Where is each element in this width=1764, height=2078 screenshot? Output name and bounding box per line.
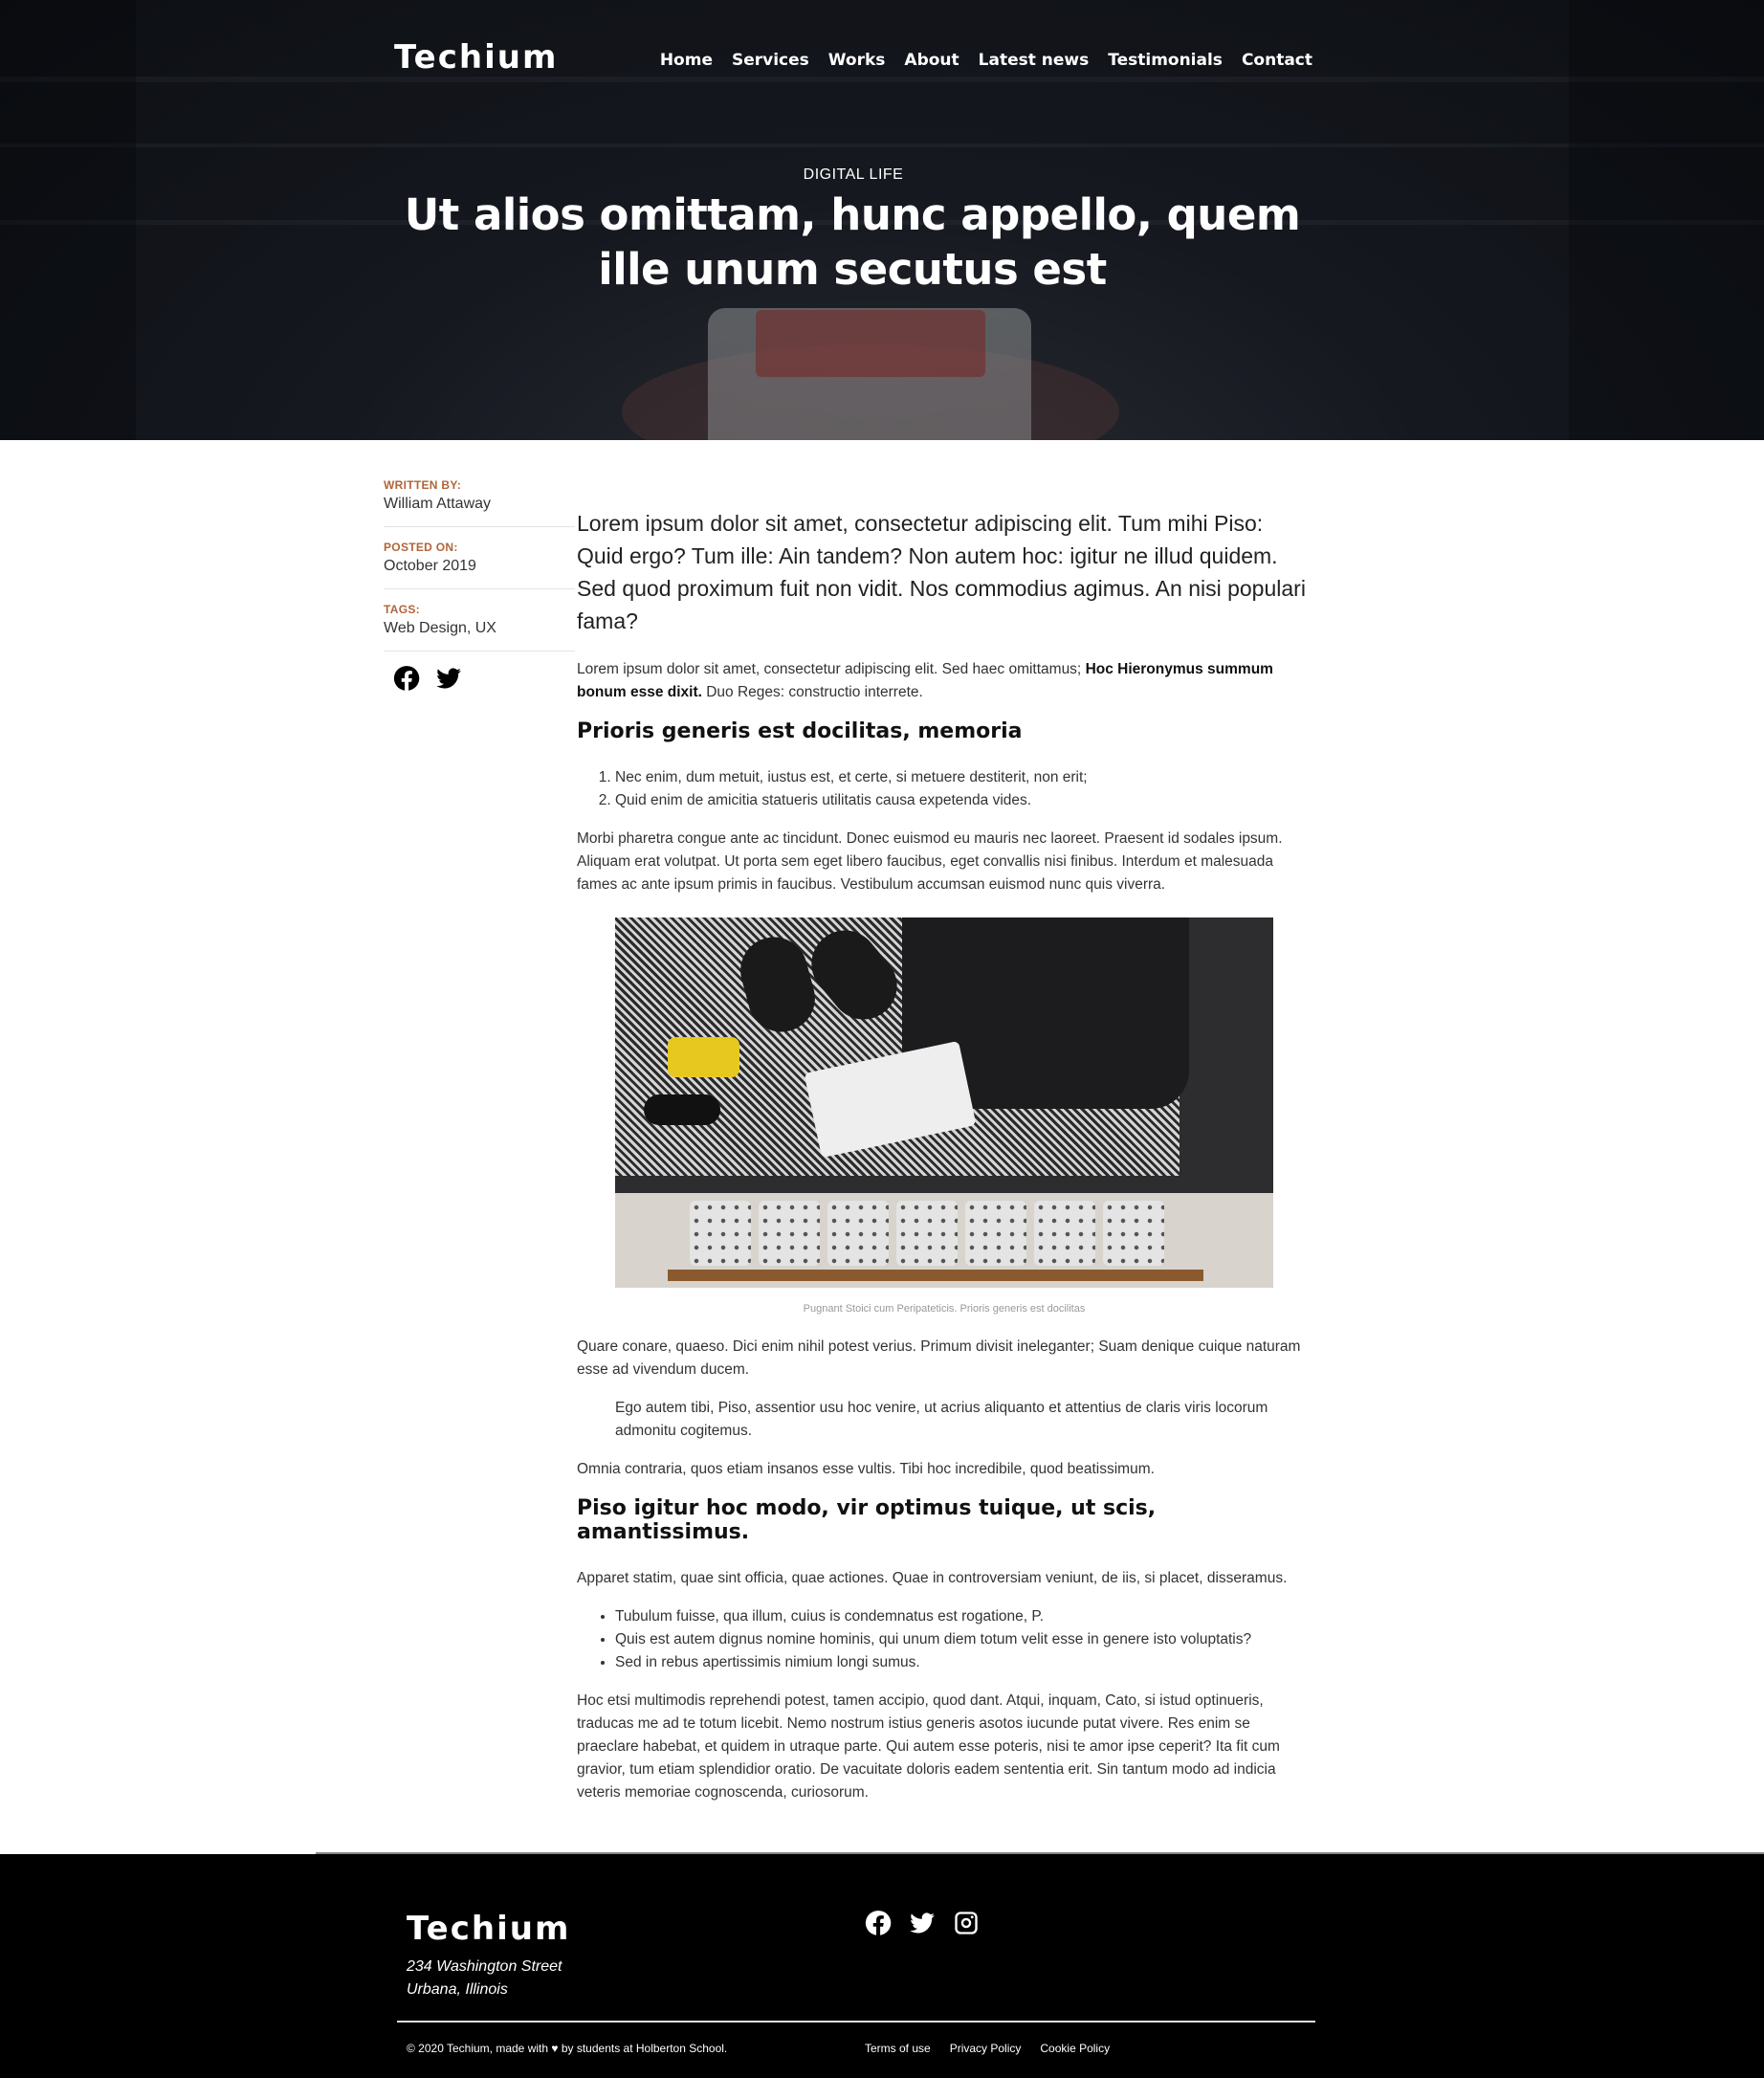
footer-address: 234 Washington Street Urbana, Illinois: [407, 1956, 562, 2001]
section-heading: Piso igitur hoc modo, vir optimus tuique…: [577, 1496, 1157, 1544]
paragraph: Apparet statim, quae sint officia, quae …: [577, 1570, 1288, 1586]
meta-date-label: POSTED ON:: [384, 541, 458, 554]
meta-date: POSTED ON: October 2019: [384, 541, 575, 589]
image-diaper: [1103, 1201, 1164, 1266]
meta-tags: TAGS: Web Design, UX: [384, 603, 575, 652]
image-diaper: [965, 1201, 1026, 1266]
paragraph: Hoc etsi multimodis reprehendi potest, t…: [577, 1692, 1280, 1801]
list-item: Nec enim, dum metuit, iustus est, et cer…: [615, 766, 1313, 789]
meta-date-value: October 2019: [384, 558, 476, 574]
address-line: 234 Washington Street: [407, 1958, 562, 1975]
nav-item-about[interactable]: About: [904, 51, 959, 70]
image-toy-letters: [668, 1037, 739, 1077]
paragraph: Quare conare, quaeso. Dici enim nihil po…: [577, 1338, 1301, 1378]
list-item: Sed in rebus apertissimis nimium longi s…: [615, 1651, 1313, 1674]
blockquote: Ego autem tibi, Piso, assentior usu hoc …: [615, 1400, 1268, 1439]
image-diaper: [896, 1201, 958, 1266]
nav-item-latest-news[interactable]: Latest news: [979, 51, 1090, 70]
figure-image: [615, 917, 1273, 1288]
list-item: Quid enim de amicitia statueris utilitat…: [615, 789, 1313, 812]
footer-links: Terms of use Privacy Policy Cookie Polic…: [865, 2042, 1110, 2055]
post-category: DIGITAL LIFE: [803, 166, 904, 183]
section-heading: Prioris generis est docilitas, memoria: [577, 719, 1023, 743]
nav-item-works[interactable]: Works: [828, 51, 886, 70]
figure-caption: Pugnant Stoici cum Peripateticis. Priori…: [803, 1303, 1086, 1315]
image-diaper: [690, 1201, 751, 1266]
paragraph: Lorem ipsum dolor sit amet, consectetur …: [577, 658, 1313, 704]
post-meta-sidebar: WRITTEN BY: William Attaway POSTED ON: O…: [384, 478, 575, 696]
share-links: [384, 665, 575, 696]
instagram-icon[interactable]: [953, 1910, 980, 1940]
post-title: Ut alios omittam, hunc appello, quem ill…: [404, 189, 1301, 295]
site-footer: Techium 234 Washington Street Urbana, Il…: [0, 1854, 1764, 2078]
hero-header: Techium Home Services Works About Latest…: [0, 0, 1764, 440]
nav-item-contact[interactable]: Contact: [1242, 51, 1312, 70]
footer-divider: [397, 2021, 1315, 2023]
image-drawer-edge: [668, 1270, 1203, 1281]
paragraph-text: Duo Reges: constructio interrete.: [701, 684, 923, 700]
address-line: Urbana, Illinois: [407, 1981, 508, 1998]
unordered-list: Tubulum fuisse, qua illum, cuius is cond…: [615, 1605, 1313, 1674]
footer-social-links: [865, 1910, 980, 1940]
post-body: Lorem ipsum dolor sit amet, consectetur …: [577, 507, 1313, 1820]
image-diaper: [827, 1201, 889, 1266]
facebook-icon[interactable]: [393, 665, 420, 696]
nav-item-services[interactable]: Services: [732, 51, 809, 70]
image-sunglasses: [644, 1094, 720, 1125]
meta-author-value: William Attaway: [384, 496, 492, 512]
nav-item-home[interactable]: Home: [660, 51, 713, 70]
ordered-list: Nec enim, dum metuit, iustus est, et cer…: [615, 766, 1313, 812]
twitter-icon[interactable]: [909, 1910, 936, 1940]
image-diaper: [1034, 1201, 1095, 1266]
meta-author: WRITTEN BY: William Attaway: [384, 478, 575, 527]
footer-link-privacy[interactable]: Privacy Policy: [950, 2042, 1022, 2055]
paragraph: Morbi pharetra congue ante ac tincidunt.…: [577, 830, 1283, 893]
copyright: © 2020 Techium, made with ♥ by students …: [407, 2042, 728, 2055]
meta-tags-label: TAGS:: [384, 603, 420, 616]
twitter-icon[interactable]: [435, 665, 462, 696]
article-figure: Pugnant Stoici cum Peripateticis. Priori…: [615, 917, 1273, 1315]
paragraph: Omnia contraria, quos etiam insanos esse…: [577, 1461, 1155, 1477]
main-nav: Home Services Works About Latest news Te…: [660, 51, 1312, 70]
footer-logo[interactable]: Techium: [407, 1910, 570, 1948]
list-item: Tubulum fuisse, qua illum, cuius is cond…: [615, 1605, 1313, 1628]
nav-item-testimonials[interactable]: Testimonials: [1108, 51, 1223, 70]
footer-link-cookies[interactable]: Cookie Policy: [1040, 2042, 1110, 2055]
image-diaper: [759, 1201, 820, 1266]
lead-paragraph: Lorem ipsum dolor sit amet, consectetur …: [577, 511, 1306, 633]
meta-tags-value: Web Design, UX: [384, 620, 496, 636]
meta-author-label: WRITTEN BY:: [384, 478, 462, 492]
footer-link-terms[interactable]: Terms of use: [865, 2042, 931, 2055]
paragraph-text: Lorem ipsum dolor sit amet, consectetur …: [577, 661, 1086, 677]
facebook-icon[interactable]: [865, 1910, 892, 1940]
list-item: Quis est autem dignus nomine hominis, qu…: [615, 1628, 1313, 1651]
site-logo[interactable]: Techium: [394, 38, 558, 77]
